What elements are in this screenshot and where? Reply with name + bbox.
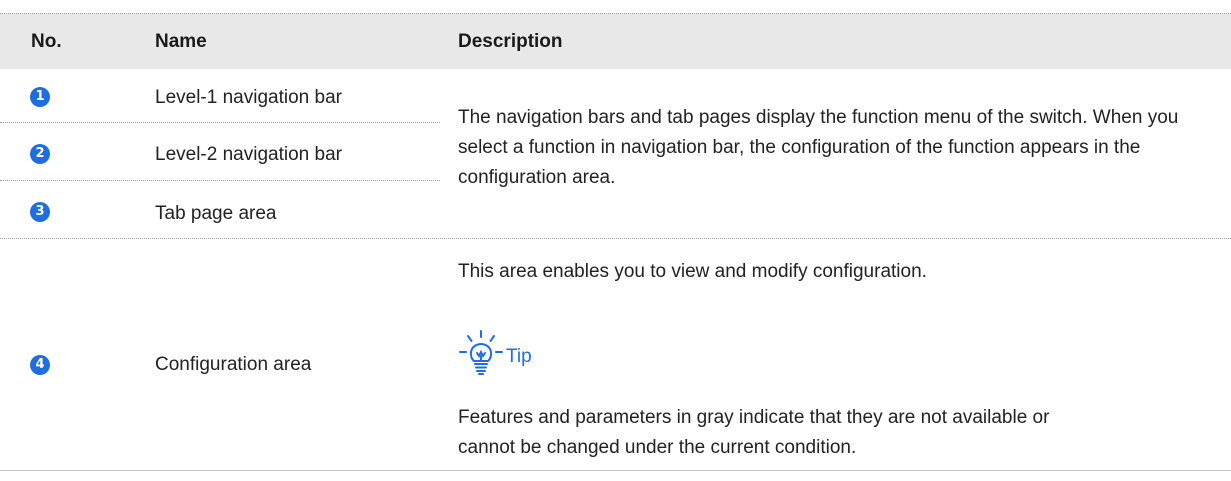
row-number-badge: 3: [30, 202, 50, 222]
row-number-badge: 2: [30, 144, 50, 164]
configuration-description: This area enables you to view and modify…: [458, 261, 927, 282]
tip-text: Features and parameters in gray indicate…: [458, 407, 1050, 458]
row-number-badge: 1: [30, 87, 50, 107]
row-name: Level-2 navigation bar: [155, 144, 342, 165]
row-divider: [0, 180, 440, 181]
row-name: Configuration area: [155, 354, 312, 375]
tip-label: Tip: [506, 346, 532, 367]
tip-callout: Tip: [458, 323, 532, 383]
header-description: Description: [458, 31, 563, 52]
row-number-badge: 4: [30, 355, 50, 375]
lightbulb-icon: [458, 328, 504, 378]
navigation-description: The navigation bars and tab pages displa…: [458, 107, 1179, 188]
row-divider: [0, 238, 1231, 239]
row-name: Level-1 navigation bar: [155, 87, 342, 108]
header-name: Name: [155, 31, 207, 52]
row-name: Tab page area: [155, 203, 277, 224]
row-divider: [0, 122, 440, 123]
header-no: No.: [31, 31, 62, 52]
table-header: No. Name Description: [0, 14, 1231, 69]
table-bottom-rule: [0, 470, 1231, 471]
